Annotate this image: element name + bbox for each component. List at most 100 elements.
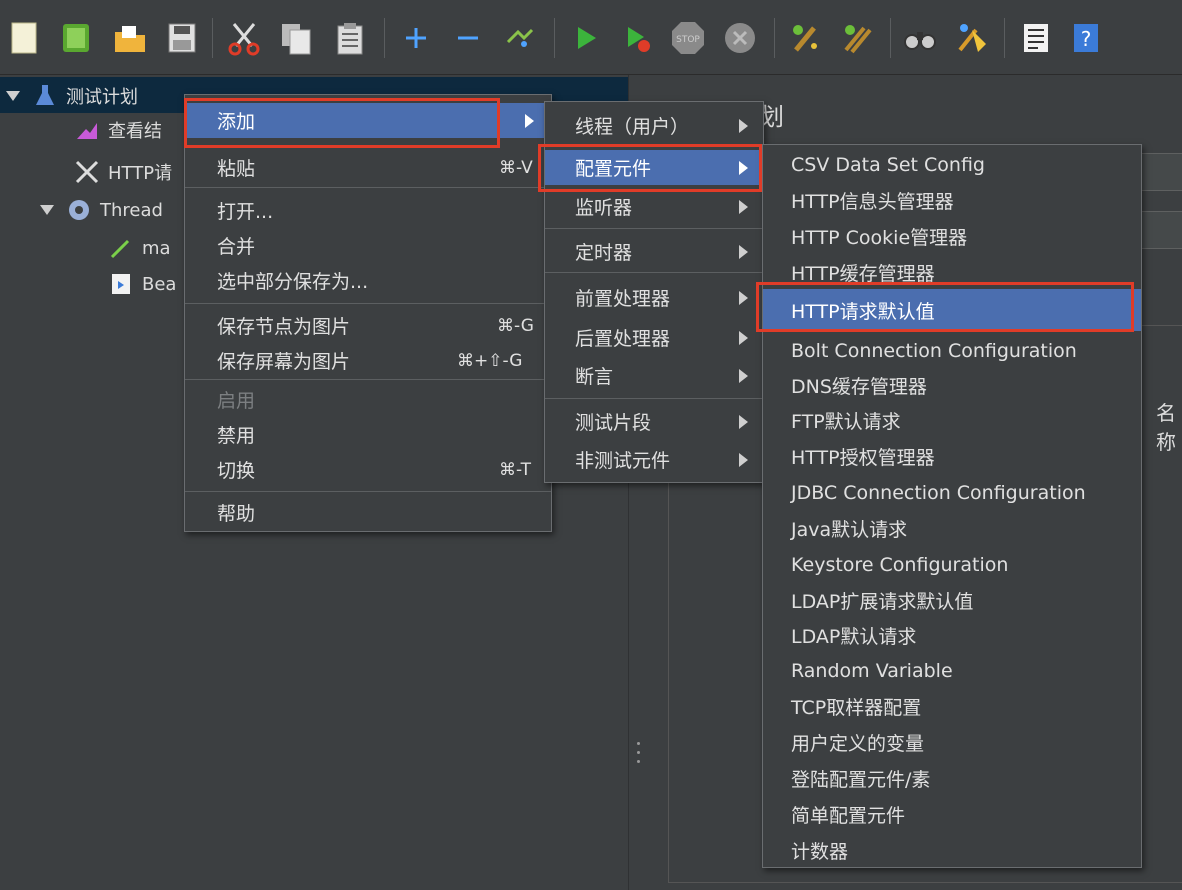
menu-item-label: HTTP Cookie管理器 <box>791 227 968 249</box>
templates-icon[interactable] <box>56 18 96 58</box>
tree-item-thread-group[interactable]: Thread <box>40 193 163 227</box>
menu-item-label: TCP取样器配置 <box>791 697 922 719</box>
clear-icon[interactable] <box>786 18 826 58</box>
function-helper-icon[interactable] <box>1016 18 1056 58</box>
new-icon[interactable] <box>4 18 44 58</box>
tree-item-test-plan[interactable]: 测试计划 <box>6 79 138 113</box>
tree-item-sampler[interactable]: ma <box>108 231 171 265</box>
tree-item-label: Bea <box>142 273 177 295</box>
menu-item-disable[interactable]: 禁用 <box>185 417 551 452</box>
menu-item-label: 帮助 <box>217 503 256 525</box>
submenu-item-timer[interactable]: 定时器 <box>545 234 763 269</box>
save-icon[interactable] <box>162 18 202 58</box>
tree-item-label: ma <box>142 237 171 259</box>
add-submenu: 线程（用户） 配置元件 监听器 定时器 前置处理器 后置处理器 断言 测试片段 … <box>544 101 764 483</box>
config-menu-item[interactable]: LDAP扩展请求默认值 <box>763 583 1141 618</box>
menu-item-label: 保存节点为图片 <box>217 316 351 338</box>
config-menu-item[interactable]: DNS缓存管理器 <box>763 368 1141 403</box>
svg-text:STOP: STOP <box>676 35 700 45</box>
tree-item-http-request[interactable]: HTTP请 <box>74 155 172 189</box>
submenu-item-test-fragment[interactable]: 测试片段 <box>545 404 763 439</box>
submenu-item-post-processor[interactable]: 后置处理器 <box>545 320 763 355</box>
submenu-item-listener[interactable]: 监听器 <box>545 189 763 224</box>
menu-item-toggle[interactable]: 切换 ⌘-T <box>185 452 551 487</box>
config-menu-item[interactable]: 计数器 <box>763 833 1141 868</box>
submenu-item-threads[interactable]: 线程（用户） <box>545 108 763 143</box>
menu-item-save-node-image[interactable]: 保存节点为图片 ⌘-G <box>185 308 551 343</box>
submenu-item-non-test-element[interactable]: 非测试元件 <box>545 442 763 477</box>
menu-item-merge[interactable]: 合并 <box>185 228 551 263</box>
submenu-item-config-element[interactable]: 配置元件 <box>545 150 763 185</box>
menu-item-save-screen-image[interactable]: 保存屏幕为图片 ⌘+⇧-G <box>185 343 551 378</box>
menu-item-save-selection[interactable]: 选中部分保存为... <box>185 263 551 298</box>
menu-item-label: HTTP信息头管理器 <box>791 191 954 213</box>
collapse-icon[interactable] <box>448 18 488 58</box>
submenu-arrow-icon <box>739 330 748 345</box>
menu-item-label: 合并 <box>217 236 256 258</box>
config-menu-item[interactable]: 简单配置元件 <box>763 797 1141 832</box>
toggle-icon[interactable] <box>500 18 540 58</box>
config-menu-item[interactable]: 登陆配置元件/素 <box>763 761 1141 796</box>
config-menu-item[interactable]: HTTP缓存管理器 <box>763 255 1141 290</box>
submenu-arrow-icon <box>739 368 748 383</box>
toolbar: STOP ? <box>0 0 1182 75</box>
shutdown-icon[interactable] <box>720 18 760 58</box>
splitter-grip[interactable] <box>637 742 641 768</box>
help-icon[interactable]: ? <box>1066 18 1106 58</box>
menu-item-help[interactable]: 帮助 <box>185 495 551 530</box>
menu-item-label: DNS缓存管理器 <box>791 376 927 398</box>
tree-item-view-results[interactable]: 查看结 <box>74 113 162 147</box>
submenu-arrow-icon <box>739 452 748 467</box>
copy-icon[interactable] <box>276 18 316 58</box>
config-menu-item[interactable]: LDAP默认请求 <box>763 618 1141 653</box>
config-menu-item[interactable]: HTTP授权管理器 <box>763 439 1141 474</box>
gear-icon <box>66 197 92 223</box>
config-menu-item[interactable]: Bolt Connection Configuration <box>763 333 1141 368</box>
menu-item-label: 添加 <box>217 111 256 133</box>
config-menu-item[interactable]: Keystore Configuration <box>763 547 1141 582</box>
config-menu-item[interactable]: 用户定义的变量 <box>763 725 1141 760</box>
menu-item-label: 登陆配置元件/素 <box>791 769 931 791</box>
stop-icon[interactable]: STOP <box>668 18 708 58</box>
config-menu-item[interactable]: HTTP信息头管理器 <box>763 183 1141 218</box>
expand-icon[interactable] <box>396 18 436 58</box>
menu-item-label: HTTP缓存管理器 <box>791 263 935 285</box>
start-no-pause-icon[interactable] <box>618 18 658 58</box>
menu-item-label: 计数器 <box>791 841 849 863</box>
config-menu-item[interactable]: CSV Data Set Config <box>763 147 1141 182</box>
menu-item-label: CSV Data Set Config <box>791 153 985 176</box>
config-menu-item[interactable]: Java默认请求 <box>763 511 1141 546</box>
menu-item-label: 定时器 <box>575 242 633 264</box>
context-menu: 添加 粘贴 ⌘-V 打开... 合并 选中部分保存为... 保存节点为图片 ⌘-… <box>184 94 552 532</box>
paste-icon[interactable] <box>330 18 370 58</box>
reset-search-icon[interactable] <box>952 18 992 58</box>
config-menu-item[interactable]: JDBC Connection Configuration <box>763 475 1141 510</box>
menu-item-label: 线程（用户） <box>575 116 690 138</box>
expand-arrow-icon[interactable] <box>6 91 20 101</box>
submenu-item-assertion[interactable]: 断言 <box>545 358 763 393</box>
tree-item-label: 测试计划 <box>66 87 138 108</box>
pipette-icon <box>108 235 134 261</box>
menu-item-label: 粘贴 <box>217 158 256 180</box>
cut-icon[interactable] <box>224 18 264 58</box>
clear-all-icon[interactable] <box>838 18 878 58</box>
expand-arrow-icon[interactable] <box>40 205 54 215</box>
config-menu-item[interactable]: Random Variable <box>763 653 1141 688</box>
search-icon[interactable] <box>900 18 940 58</box>
start-icon[interactable] <box>566 18 606 58</box>
shortcut-label: ⌘-G <box>497 315 534 336</box>
config-element-submenu: CSV Data Set Config HTTP信息头管理器 HTTP Cookie… <box>762 144 1142 868</box>
submenu-arrow-icon <box>525 113 534 128</box>
config-menu-item[interactable]: HTTP Cookie管理器 <box>763 219 1141 254</box>
menu-item-paste[interactable]: 粘贴 ⌘-V <box>185 150 551 185</box>
tree-item-beanshell[interactable]: Bea <box>108 267 176 301</box>
config-menu-item[interactable]: FTP默认请求 <box>763 403 1141 438</box>
open-icon[interactable] <box>110 18 150 58</box>
config-menu-item[interactable]: HTTP请求默认值 <box>763 289 1141 331</box>
menu-item-add[interactable]: 添加 <box>185 103 551 138</box>
config-menu-item[interactable]: TCP取样器配置 <box>763 689 1141 724</box>
menu-item-label: 前置处理器 <box>575 288 671 310</box>
shortcut-label: ⌘-V <box>499 157 533 178</box>
submenu-item-pre-processor[interactable]: 前置处理器 <box>545 280 763 315</box>
menu-item-open[interactable]: 打开... <box>185 193 551 228</box>
